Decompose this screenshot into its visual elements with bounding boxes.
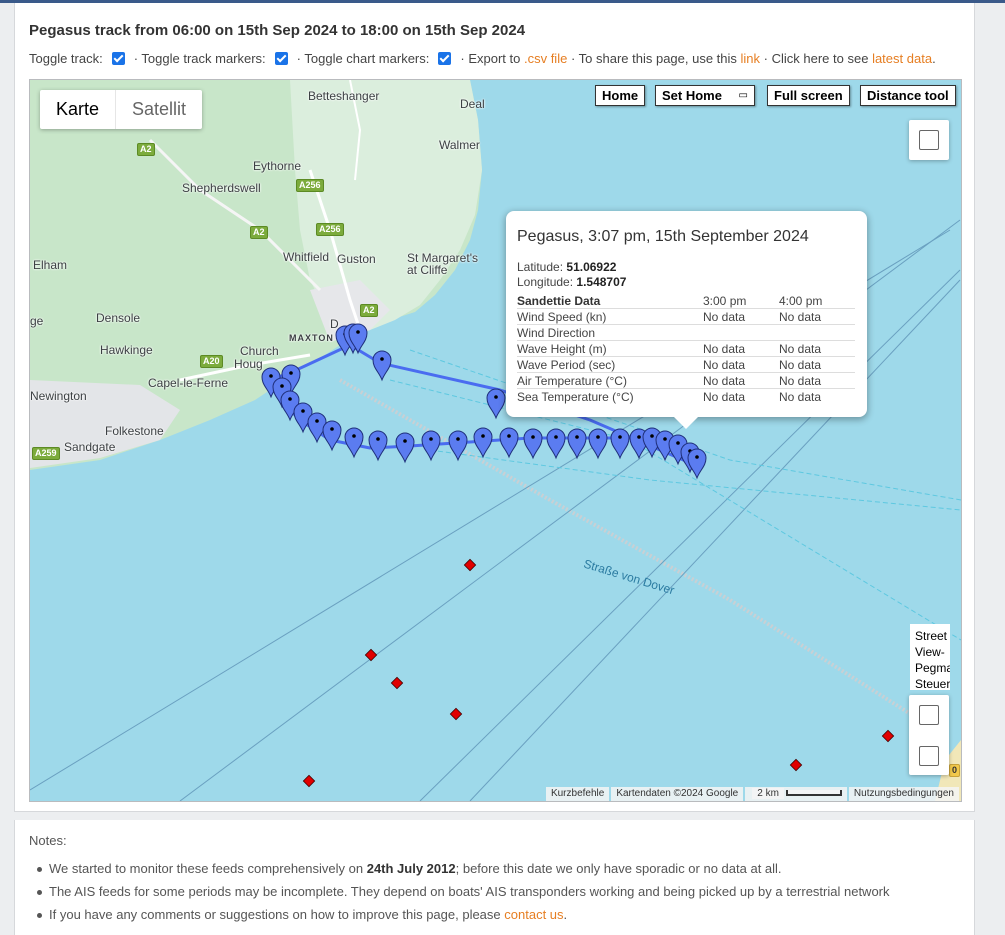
set-home-label: Set Home (662, 88, 722, 103)
latest-suffix: . (932, 51, 936, 66)
popup-latitude: Latitude: 51.06922 (517, 260, 617, 274)
table-row-label: Air Temperature (°C) (517, 372, 703, 389)
toggle-chart-markers-label: · Toggle chart markers: (296, 51, 430, 66)
latest-prefix: · Click here to see (763, 51, 869, 66)
table-cell: No data (779, 340, 855, 357)
info-popup: Pegasus, 3:07 pm, 15th September 2024 La… (506, 211, 867, 429)
fullscreen-toggle[interactable] (909, 120, 949, 160)
toggle-track-markers-checkbox[interactable] (274, 52, 288, 65)
share-link[interactable]: link (741, 51, 761, 66)
table-row-label: Wind Speed (kn) (517, 308, 703, 325)
toggle-chart-markers-checkbox[interactable] (438, 52, 452, 65)
toggle-track-markers-label: · Toggle track markers: (133, 51, 266, 66)
distance-tool-button[interactable]: Distance tool (860, 85, 956, 106)
note-item-3: If you have any comments or suggestions … (36, 907, 568, 922)
table-row-label: Wave Period (sec) (517, 356, 703, 373)
popup-time-2: 4:00 pm (779, 293, 855, 309)
track-marker[interactable] (322, 420, 342, 452)
note-item-1: We started to monitor these feeds compre… (37, 861, 782, 876)
toggle-track-label: Toggle track: (29, 51, 103, 66)
chart-marker[interactable] (463, 558, 477, 572)
home-button[interactable]: Home (595, 85, 646, 106)
popup-data-table: Sandettie Data 3:00 pm 4:00 pm Wind Spee… (517, 293, 855, 404)
track-marker[interactable] (344, 427, 364, 459)
set-home-icon: ▭ (738, 90, 748, 101)
map-attribution: Kurzbefehle Kartendaten ©2024 Google 2 k… (544, 787, 959, 801)
latest-data-link[interactable]: latest data (872, 51, 932, 66)
track-marker[interactable] (546, 428, 566, 460)
track-marker[interactable] (567, 428, 587, 460)
popup-longitude: Longitude: 1.548707 (517, 275, 627, 289)
track-marker[interactable] (421, 430, 441, 462)
chart-marker[interactable] (390, 676, 404, 690)
popup-station: Sandettie Data (517, 293, 703, 309)
scale-bar (785, 790, 842, 797)
table-row-label: Wave Height (m) (517, 340, 703, 357)
note-item-2: The AIS feeds for some periods may be in… (37, 884, 890, 899)
track-marker[interactable] (448, 430, 468, 462)
notes-title: Notes: (29, 833, 67, 848)
track-marker[interactable] (368, 430, 388, 462)
table-cell: No data (779, 356, 855, 373)
table-cell: No data (703, 340, 779, 357)
fullscreen-icon (919, 130, 939, 150)
pegman-control[interactable]: Street View- Pegman Steuerung (910, 624, 950, 690)
chart-marker[interactable] (364, 648, 378, 662)
table-row-label: Sea Temperature (°C) (517, 389, 634, 404)
table-cell: No data (779, 308, 855, 325)
page-title: Pegasus track from 06:00 on 15th Sep 202… (29, 22, 526, 39)
chart-marker[interactable] (789, 758, 803, 772)
table-cell: No data (779, 372, 855, 389)
popup-title: Pegasus, 3:07 pm, 15th September 2024 (517, 228, 809, 245)
terms-link[interactable]: Nutzungsbedingungen (848, 787, 959, 801)
table-cell (779, 324, 855, 341)
map-data-credit: Kartendaten ©2024 Google (611, 787, 744, 801)
toggle-track-checkbox[interactable] (111, 52, 125, 65)
export-prefix: · Export to (460, 51, 521, 66)
table-cell: No data (703, 356, 779, 373)
track-marker[interactable] (610, 428, 630, 460)
track-marker[interactable] (395, 432, 415, 464)
chart-marker[interactable] (449, 707, 463, 721)
track-marker[interactable] (473, 427, 493, 459)
table-cell: No data (703, 372, 779, 389)
zoom-in-icon[interactable] (919, 705, 939, 725)
map-type-karte[interactable]: Karte (40, 90, 115, 129)
table-row-label: Wind Direction (517, 324, 703, 341)
keyboard-shortcuts-link[interactable]: Kurzbefehle (545, 787, 610, 801)
marker-layer (261, 323, 895, 788)
chart-marker[interactable] (302, 774, 316, 788)
zoom-out-icon[interactable] (919, 746, 939, 766)
popup-time-1: 3:00 pm (703, 293, 779, 309)
export-csv-link[interactable]: .csv file (524, 51, 567, 66)
zoom-control (909, 695, 949, 775)
set-home-button[interactable]: Set Home ▭ (655, 85, 755, 106)
full-screen-button[interactable]: Full screen (767, 85, 850, 106)
track-marker[interactable] (687, 448, 707, 480)
map-controls-bar: Toggle track: · Toggle track markers: · … (29, 51, 936, 66)
table-cell: No data (703, 308, 779, 325)
map-type-control: Karte Satellit (40, 90, 203, 129)
table-cell: No data (703, 389, 746, 404)
track-marker[interactable] (499, 427, 519, 459)
track-marker[interactable] (523, 428, 543, 460)
track-marker[interactable] (486, 388, 506, 420)
chart-marker[interactable] (881, 729, 895, 743)
map-type-satellite[interactable]: Satellit (115, 90, 202, 129)
track-marker[interactable] (588, 428, 608, 460)
track-marker[interactable] (372, 350, 392, 382)
table-cell: No data (779, 389, 822, 404)
map-canvas[interactable]: Betteshanger Deal Walmer Eythorne Shephe… (29, 79, 962, 802)
share-prefix: · To share this page, use this (570, 51, 737, 66)
contact-us-link[interactable]: contact us (504, 907, 563, 922)
table-cell (703, 324, 779, 341)
scale-control[interactable]: 2 km (745, 787, 847, 801)
